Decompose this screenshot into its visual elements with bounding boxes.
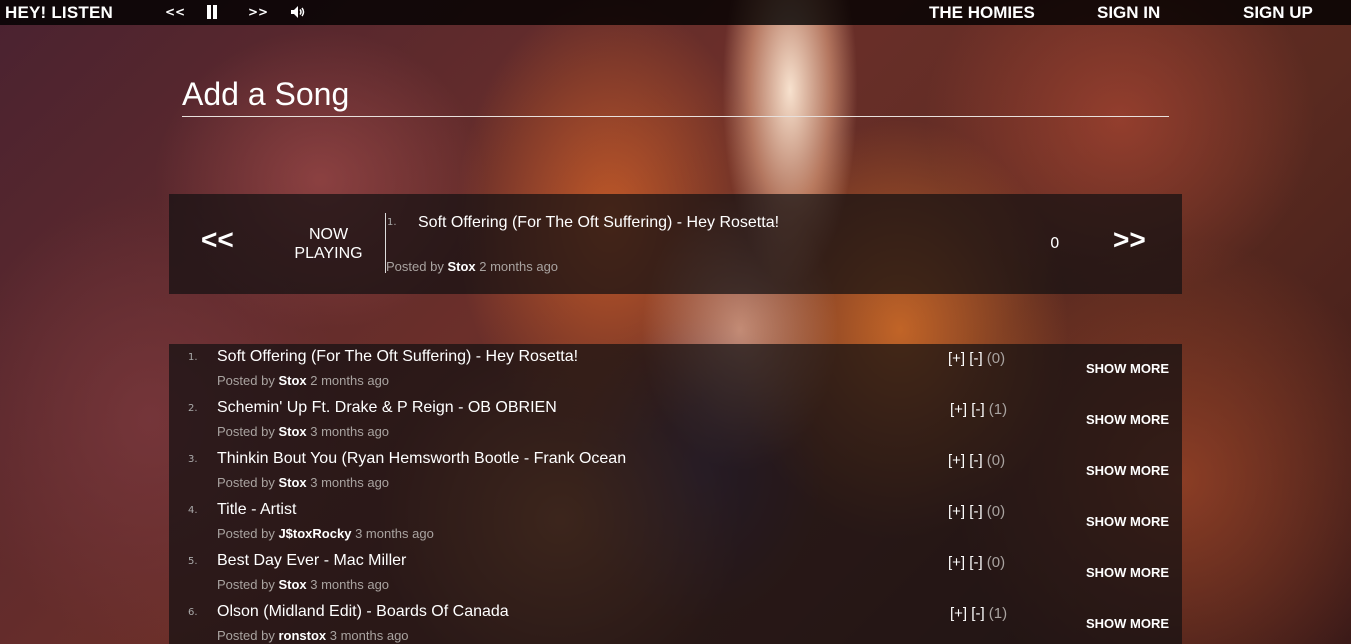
vote-controls: [+] [-] (0) [948,554,1005,571]
now-playing-panel: << NOW PLAYING 1. Soft Offering (For The … [169,194,1182,294]
song-meta: Posted by Stox 3 months ago [217,424,389,439]
now-playing-title[interactable]: Soft Offering (For The Oft Suffering) - … [418,214,779,232]
song-row: 5. Best Day Ever - Mac Miller Posted by … [169,548,1182,599]
downvote-button[interactable]: [-] [969,503,982,520]
show-more-button[interactable]: SHOW MORE [1086,463,1169,478]
posted-by-label: Posted by [217,424,275,439]
song-user-link[interactable]: Stox [278,577,306,592]
upvote-button[interactable]: [+] [948,554,965,571]
upvote-button[interactable]: [+] [948,503,965,520]
posted-time: 3 months ago [329,628,409,643]
song-meta: Posted by ronstox 3 months ago [217,628,409,643]
posted-by-label: Posted by [217,373,275,388]
song-list: 1. Soft Offering (For The Oft Suffering)… [169,344,1182,644]
now-playing-next-button[interactable]: >> [1113,224,1146,256]
posted-by-label: Posted by [217,475,275,490]
upvote-button[interactable]: [+] [948,452,965,469]
song-meta: Posted by Stox 2 months ago [217,373,389,388]
nav-sign-in-link[interactable]: SIGN IN [1097,3,1160,23]
posted-by-label: Posted by [217,526,275,541]
song-meta: Posted by J$toxRocky 3 months ago [217,526,434,541]
posted-time: 3 months ago [355,526,434,541]
vote-count: (0) [986,452,1006,469]
song-row: 4. Title - Artist Posted by J$toxRocky 3… [169,497,1182,548]
upvote-button[interactable]: [+] [950,605,967,622]
posted-time: 2 months ago [479,259,559,274]
now-playing-score: 0 [1050,234,1060,252]
top-navbar: HEY! LISTEN << >> THE HOMIES SIGN IN SIG… [0,0,1351,25]
show-more-button[interactable]: SHOW MORE [1086,514,1169,529]
vote-controls: [+] [-] (0) [948,452,1005,469]
vote-controls: [+] [-] (0) [948,503,1005,520]
now-playing-label: NOW PLAYING [294,226,363,262]
song-row: 2. Schemin' Up Ft. Drake & P Reign - OB … [169,395,1182,446]
song-number: 4. [188,505,198,516]
posted-by-label: Posted by [217,577,275,592]
posted-time: 3 months ago [310,475,390,490]
song-user-link[interactable]: Stox [278,424,306,439]
song-title[interactable]: Title - Artist [217,501,296,519]
song-row: 3. Thinkin Bout You (Ryan Hemsworth Boot… [169,446,1182,497]
volume-button[interactable] [290,5,306,22]
song-title[interactable]: Schemin' Up Ft. Drake & P Reign - OB OBR… [217,399,557,417]
song-user-link[interactable]: J$toxRocky [278,526,351,541]
nav-the-homies-link[interactable]: THE HOMIES [929,3,1035,23]
song-title[interactable]: Thinkin Bout You (Ryan Hemsworth Bootle … [217,450,626,468]
song-row: 6. Olson (Midland Edit) - Boards Of Cana… [169,599,1182,644]
pause-button[interactable] [206,5,218,22]
pause-icon [206,5,218,19]
posted-by-label: Posted by [386,259,444,274]
now-playing-meta: Posted by Stox 2 months ago [386,259,558,274]
now-playing-user-link[interactable]: Stox [447,259,475,274]
song-number: 6. [188,607,198,618]
now-playing-number: 1. [387,217,397,228]
downvote-button[interactable]: [-] [969,554,982,571]
show-more-button[interactable]: SHOW MORE [1086,616,1169,631]
song-meta: Posted by Stox 3 months ago [217,475,389,490]
song-title[interactable]: Olson (Midland Edit) - Boards Of Canada [217,603,509,621]
next-track-button[interactable]: >> [248,5,268,19]
show-more-button[interactable]: SHOW MORE [1086,565,1169,580]
downvote-button[interactable]: [-] [971,605,984,622]
song-meta: Posted by Stox 3 months ago [217,577,389,592]
downvote-button[interactable]: [-] [971,401,984,418]
song-title[interactable]: Soft Offering (For The Oft Suffering) - … [217,348,578,366]
add-song-input[interactable] [182,76,1169,117]
song-user-link[interactable]: Stox [278,475,306,490]
posted-time: 3 months ago [310,424,390,439]
vote-count: (0) [986,554,1006,571]
posted-time: 3 months ago [310,577,390,592]
previous-track-button[interactable]: << [165,5,185,19]
show-more-button[interactable]: SHOW MORE [1086,412,1169,427]
vote-controls: [+] [-] (1) [950,401,1007,418]
song-row: 1. Soft Offering (For The Oft Suffering)… [169,344,1182,395]
vote-count: (1) [988,401,1008,418]
upvote-button[interactable]: [+] [950,401,967,418]
song-title[interactable]: Best Day Ever - Mac Miller [217,552,406,570]
posted-by-label: Posted by [217,628,275,643]
vote-count: (0) [986,503,1006,520]
song-number: 5. [188,556,198,567]
downvote-button[interactable]: [-] [969,452,982,469]
song-user-link[interactable]: Stox [278,373,306,388]
song-number: 1. [188,352,198,363]
upvote-button[interactable]: [+] [948,350,965,367]
song-number: 3. [188,454,198,465]
show-more-button[interactable]: SHOW MORE [1086,361,1169,376]
now-playing-previous-button[interactable]: << [201,224,234,256]
vote-controls: [+] [-] (1) [950,605,1007,622]
nav-sign-up-link[interactable]: SIGN UP [1243,3,1313,23]
song-number: 2. [188,403,198,414]
vote-count: (0) [986,350,1006,367]
vote-count: (1) [988,605,1008,622]
song-user-link[interactable]: ronstox [278,628,326,643]
vote-controls: [+] [-] (0) [948,350,1005,367]
downvote-button[interactable]: [-] [969,350,982,367]
posted-time: 2 months ago [310,373,390,388]
brand-logo[interactable]: HEY! LISTEN [5,3,113,23]
speaker-icon [291,6,305,18]
